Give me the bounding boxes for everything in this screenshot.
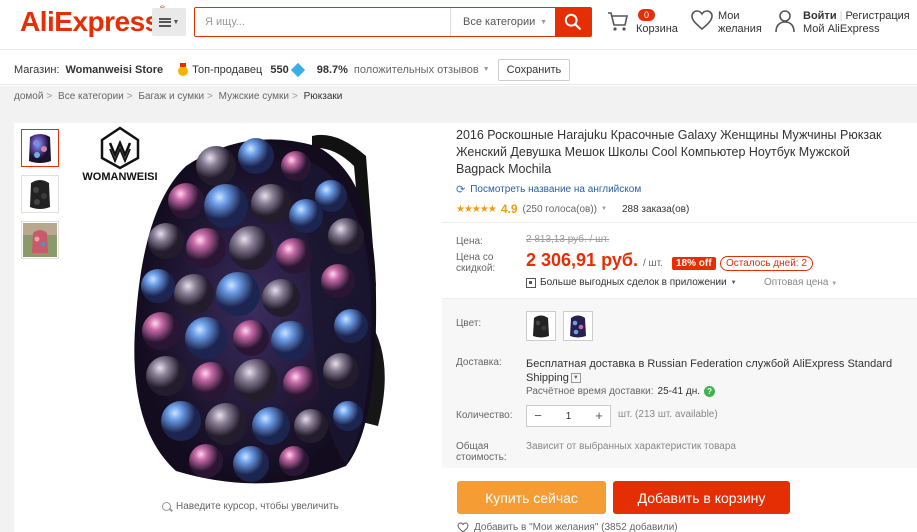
zoom-hint: Наведите курсор, чтобы увеличить [162,501,339,512]
breadcrumb-luggage[interactable]: Багаж и сумки [138,91,204,102]
color-option-galaxy[interactable] [563,311,593,341]
quantity-decrease-button[interactable]: − [527,406,549,426]
chevron-down-icon: ▼ [482,66,490,73]
quantity-available: шт. (213 шт. available) [618,409,718,420]
my-aliexpress-link[interactable]: Мой AliExpress [803,23,880,35]
search-bar: Все категории ▼ [194,7,592,37]
search-input[interactable] [195,8,450,36]
app-deals-link[interactable]: Больше выгодных сделок в приложении ▼ [526,277,737,288]
user-icon [775,10,795,33]
account-menu[interactable]: Войти | Регистрация Мой AliExpress [774,9,910,36]
quantity-input[interactable]: 1 [549,411,588,422]
store-score: 550 [270,63,289,76]
buy-now-button[interactable]: Купить сейчас [457,481,606,514]
star-rating-icon: ★★★★★ [456,203,497,215]
breadcrumb: домой > Все категории > Багаж и сумки > Муж… [14,91,343,102]
chevron-down-icon: ▼ [601,206,607,212]
magnifier-icon [162,502,171,511]
delivery-eta: Расчётное время доставки: 25-41 дн. ? [526,386,716,397]
galaxy-backpack-image: WOMANWEISI [82,126,385,484]
thumbnail-list [21,129,59,267]
price-unit: / шт. [643,258,663,269]
cart-icon [608,12,628,31]
heart-icon [457,522,469,532]
breadcrumb-mens-bags[interactable]: Мужские сумки [219,91,289,102]
product-title: 2016 Роскошные Harajuku Красочные Galaxy… [456,128,882,176]
thumbnail-galaxy-backpack[interactable] [21,129,59,167]
breadcrumb-home[interactable]: домой [14,91,43,102]
positive-reviews-label[interactable]: положительных отзывов [354,64,479,76]
chevron-down-icon: ▼ [831,281,838,287]
total-cost-note: Зависит от выбранных характеристик товар… [526,441,736,452]
sign-in-link[interactable]: Войти [803,10,837,22]
categories-menu-button[interactable]: ▼ [152,8,186,36]
quantity-stepper: − 1 + [526,405,611,427]
main-product-image[interactable]: WOMANWEISI [66,126,440,496]
breadcrumb-all-categories[interactable]: Все категории [58,91,124,102]
discount-badge: 18% off [672,257,716,270]
quantity-increase-button[interactable]: + [588,406,610,426]
top-seller-label: Топ-продавец [192,63,263,76]
orders-count: 288 заказа(ов) [621,203,690,215]
top-seller-medal-icon [177,62,189,77]
chevron-down-icon: ▼ [172,18,180,26]
shipping-label: Доставка: [456,357,502,368]
color-option-black[interactable] [526,311,556,341]
search-icon [564,13,581,30]
search-category-select[interactable]: Все категории ▼ [450,8,555,36]
rating-row: ★★★★★ 4.9 (250 голоса(ов)) ▼ 288 заказа(… [456,202,689,216]
hamburger-icon [158,17,171,27]
thumbnail-black-backpack[interactable] [21,175,59,213]
shipping-method[interactable]: Бесплатная доставка в Russian Federation… [526,357,906,385]
chevron-down-icon[interactable]: ▼ [570,373,581,384]
original-price: 2 813,13 руб. / шт. [526,234,610,245]
qr-code-icon [526,277,536,288]
help-icon[interactable]: ? [704,386,716,397]
total-cost-label: Общая стоимость: [456,441,507,463]
positive-percent: 98.7% [316,63,348,76]
diamond-icon [290,62,305,77]
translate-icon: ⟳ [456,184,466,196]
add-to-wishlist-link[interactable]: Добавить в "Мои желания" (3852 добавили) [457,522,678,532]
color-label: Цвет: [456,318,482,329]
store-name-link[interactable]: Womanweisi Store [66,64,164,76]
votes-link[interactable]: (250 голоса(ов)) [523,204,598,215]
womanweisi-brand-logo: WOMANWEISI [82,126,158,183]
site-header: AliExpress® ▼ Все категории ▼ 0 Корзина … [0,0,917,50]
add-to-cart-button[interactable]: Добавить в корзину [613,481,790,514]
cart-link[interactable]: 0 Корзина [606,9,678,35]
quantity-label: Количество: [456,410,513,421]
search-button[interactable] [555,8,591,36]
breadcrumb-backpacks[interactable]: Рюкзаки [304,91,343,102]
cart-count-badge: 0 [638,9,656,21]
svg-text:WOMANWEISI: WOMANWEISI [82,171,157,183]
discount-price-label: Цена со скидкой: [456,252,496,274]
heart-icon [691,10,713,31]
thumbnail-model-photo[interactable] [21,221,59,259]
aliexpress-logo[interactable]: AliExpress® [20,6,165,38]
cart-label: Корзина [636,23,678,35]
wishlist-link[interactable]: Мои желания [690,9,762,35]
discount-price: 2 306,91 руб. [526,250,638,270]
days-left-badge: Осталось дней: 2 [720,256,813,271]
save-store-button[interactable]: Сохранить [497,58,571,81]
register-link[interactable]: Регистрация [845,10,909,22]
store-info-bar: Магазин: Womanweisi Store Топ-продавец 5… [0,55,917,85]
breadcrumb-bar: домой > Все категории > Багаж и сумки > Муж… [0,86,917,108]
price-label: Цена: [456,236,483,247]
translate-title-link[interactable]: ⟳ Посмотреть название на английском [456,183,641,196]
wholesale-price-link[interactable]: Оптовая цена ▼ [764,277,837,288]
rating-value: 4.9 [500,202,518,216]
chevron-down-icon: ▼ [730,279,737,286]
chevron-down-icon: ▼ [540,18,547,26]
